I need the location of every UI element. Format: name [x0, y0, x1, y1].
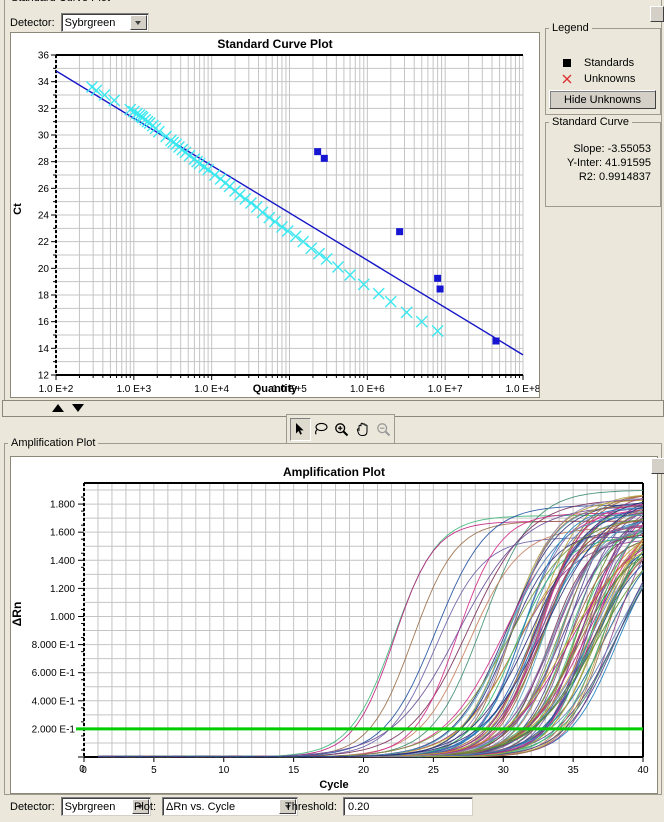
svg-text:35: 35 — [568, 765, 580, 776]
chevron-down-icon[interactable] — [129, 15, 147, 30]
svg-text:1.400: 1.400 — [50, 556, 75, 567]
svg-text:5: 5 — [151, 765, 157, 776]
bottom-detector-value: Sybrgreen — [64, 800, 116, 813]
x-marker-icon — [562, 74, 572, 84]
svg-text:20: 20 — [38, 264, 50, 275]
legend-unknowns-row: Unknowns — [562, 73, 635, 85]
bottom-detector-label: Detector: — [10, 800, 55, 813]
zoom-out-tool-button[interactable] — [373, 417, 394, 441]
legend-standards-label: Standards — [584, 57, 635, 69]
top-detector-combo[interactable]: Sybrgreen — [60, 13, 149, 32]
svg-text:4.000 E-1: 4.000 E-1 — [32, 696, 76, 707]
svg-text:10: 10 — [218, 765, 230, 776]
top-detector-label: Detector: — [10, 16, 55, 29]
svg-text:30: 30 — [38, 131, 50, 142]
svg-text:18: 18 — [38, 291, 50, 302]
standard-curve-chart[interactable]: Standard Curve Plot 12 14 16 18 20 22 24 26 28 30… — [10, 32, 540, 398]
svg-text:32: 32 — [38, 104, 50, 115]
amplification-panel-label: Amplification Plot — [8, 437, 99, 449]
svg-text:25: 25 — [428, 765, 440, 776]
amplification-chart[interactable]: Amplification Plot 2.000 E-1 4.000 E-1 6.0… — [10, 456, 658, 794]
bottom-plot-row: Plot: ΔRn vs. Cycle — [134, 797, 299, 816]
amplification-ylabel: ΔRn — [10, 601, 24, 627]
bottom-plot-label: Plot: — [134, 800, 157, 813]
standard-curve-panel-label: Standard Curve Plot — [8, 0, 114, 4]
threshold-input[interactable]: 0.20 — [342, 797, 473, 816]
bottom-plot-combo[interactable]: ΔRn vs. Cycle — [162, 797, 299, 816]
legend-panel-label: Legend — [549, 22, 592, 34]
svg-text:28: 28 — [38, 157, 50, 168]
svg-text:24: 24 — [38, 211, 50, 222]
splitter-down-arrow-icon[interactable] — [72, 404, 84, 412]
r2-value: R2: 0.9914837 — [578, 171, 651, 183]
amplification-xlabel: Cycle — [319, 779, 349, 791]
bottom-detector-row: Detector: Sybrgreen — [10, 797, 151, 816]
svg-text:20: 20 — [358, 765, 370, 776]
slope-value: Slope: -3.55053 — [573, 143, 651, 155]
svg-text:22: 22 — [38, 237, 50, 248]
legend-standards-row: Standards — [563, 57, 634, 69]
svg-text:15: 15 — [288, 765, 300, 776]
bottom-plot-value: ΔRn vs. Cycle — [166, 800, 236, 813]
threshold-label: Threshold: — [285, 800, 337, 813]
pan-tool-button[interactable] — [352, 417, 374, 441]
svg-text:1.600: 1.600 — [50, 528, 75, 539]
standard-curve-stats-label: Standard Curve — [549, 116, 633, 128]
standard-curve-ylabel: Ct — [12, 203, 24, 215]
svg-text:6.000 E-1: 6.000 E-1 — [32, 668, 76, 679]
svg-text:12: 12 — [38, 371, 50, 382]
svg-text:0: 0 — [81, 765, 87, 776]
chart-toolbar — [286, 414, 395, 444]
standard-curve-xlabel: Quantity — [252, 383, 298, 395]
splitter-up-arrow-icon[interactable] — [52, 404, 64, 412]
legend-unknowns-label: Unknowns — [584, 73, 636, 85]
top-detector-row: Detector: Sybrgreen — [10, 13, 149, 32]
svg-text:8.000 E-1: 8.000 E-1 — [32, 640, 76, 651]
svg-text:1.200: 1.200 — [50, 584, 75, 595]
svg-text:1.800: 1.800 — [50, 500, 75, 511]
svg-text:40: 40 — [637, 765, 649, 776]
square-marker-icon — [563, 59, 571, 67]
svg-text:30: 30 — [498, 765, 510, 776]
arrow-tool-button[interactable] — [290, 417, 311, 441]
svg-text:2.000 E-1: 2.000 E-1 — [32, 724, 76, 735]
threshold-row: Threshold: 0.20 — [285, 797, 473, 816]
top-detector-value: Sybrgreen — [64, 16, 116, 29]
zoom-in-tool-button[interactable] — [331, 417, 353, 441]
svg-text:14: 14 — [38, 344, 50, 355]
top-scroll-up-button[interactable] — [650, 6, 664, 22]
svg-text:36: 36 — [38, 51, 50, 62]
lasso-tool-button[interactable] — [310, 417, 332, 441]
svg-text:1.000: 1.000 — [50, 612, 75, 623]
yintercept-value: Y-Inter: 41.91595 — [567, 157, 651, 169]
hide-unknowns-button[interactable]: Hide Unknowns — [549, 90, 656, 109]
svg-text:26: 26 — [38, 184, 50, 195]
svg-text:34: 34 — [38, 77, 50, 88]
svg-text:16: 16 — [38, 317, 50, 328]
bottom-scroll-up-button[interactable] — [651, 458, 664, 474]
